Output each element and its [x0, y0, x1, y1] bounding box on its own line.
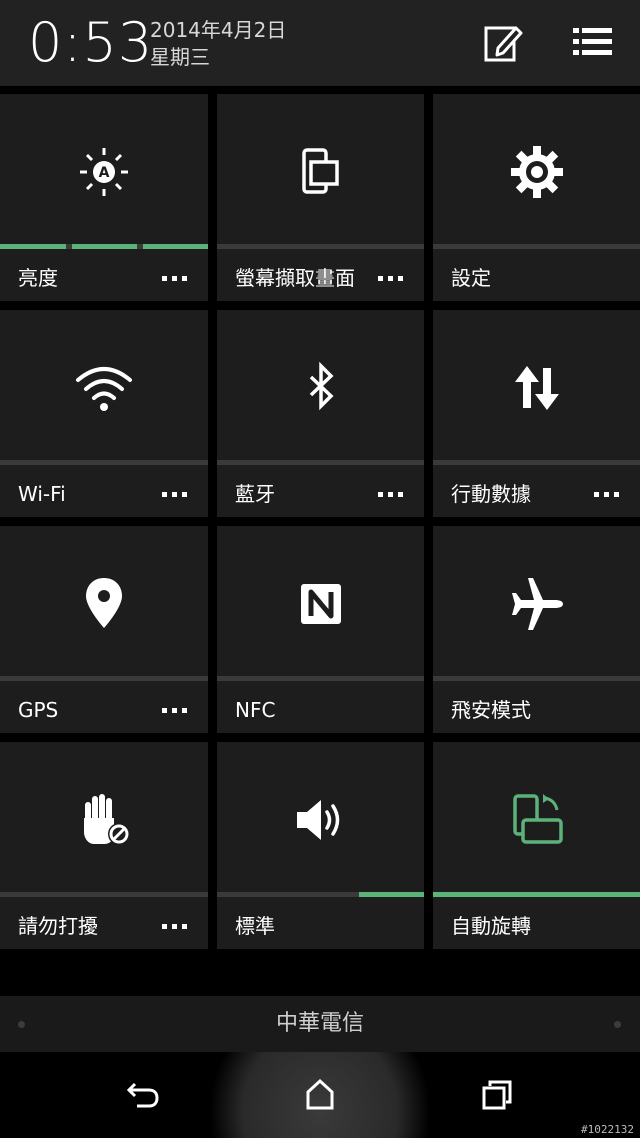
progress-bar — [433, 244, 640, 249]
nfc-icon — [300, 584, 341, 624]
auto-rotate-status-bar — [433, 892, 640, 897]
carrier-bar: 中華電信 — [0, 996, 640, 1052]
airplane-icon — [511, 578, 563, 630]
tile-label: 自動旋轉 — [451, 914, 531, 938]
more-options-button[interactable] — [594, 482, 624, 506]
tile-nfc[interactable]: NFC — [217, 526, 424, 733]
tile-label: 請勿打擾 — [18, 914, 98, 938]
progress-bar — [217, 676, 424, 681]
gear-icon — [510, 146, 563, 198]
volume-icon — [296, 800, 339, 840]
carrier-name: 中華電信 — [275, 1011, 364, 1036]
tile-screenshot[interactable]: 螢幕擷取畫面 — [217, 94, 424, 301]
tile-label: 標準 — [235, 914, 275, 938]
mobile-data-icon — [514, 366, 559, 410]
do-not-disturb-hand-icon — [84, 794, 130, 845]
progress-bar — [0, 676, 208, 681]
tile-label: GPS — [18, 698, 59, 722]
brightness-auto-icon: A — [80, 148, 128, 196]
home-button[interactable] — [300, 1074, 340, 1114]
progress-bar — [217, 460, 424, 465]
auto-rotate-icon — [512, 794, 563, 844]
edit-icon — [484, 26, 523, 62]
tile-label: 行動數據 — [451, 482, 531, 506]
tile-label: 亮度 — [18, 266, 58, 290]
indicator-dot — [614, 1021, 621, 1028]
tile-auto-rotate[interactable]: 自動旋轉 — [433, 742, 640, 949]
more-options-button[interactable] — [378, 482, 408, 506]
progress-bar — [433, 460, 640, 465]
more-options-button[interactable] — [162, 914, 192, 938]
bluetooth-icon — [309, 361, 334, 411]
svg-text:A: A — [99, 165, 110, 181]
progress-bar — [0, 460, 208, 465]
quick-settings-grid: A 亮度 螢幕擷取畫面 設定 Wi-Fi 藍牙 行動數據 GPS NFC 飛安模… — [0, 86, 640, 956]
tile-bluetooth[interactable]: 藍牙 — [217, 310, 424, 517]
recent-apps-icon — [482, 1080, 512, 1110]
location-pin-icon — [86, 578, 122, 628]
tile-label: Wi-Fi — [18, 482, 66, 506]
date-label: 2014年4月2日 — [150, 18, 287, 42]
progress-bar — [0, 892, 208, 897]
tile-settings[interactable]: 設定 — [433, 94, 640, 301]
tile-label: NFC — [235, 698, 276, 722]
tile-airplane-mode[interactable]: 飛安模式 — [433, 526, 640, 733]
more-options-button[interactable] — [378, 266, 408, 290]
screenshot-icon — [301, 148, 339, 194]
tile-do-not-disturb[interactable]: 請勿打擾 — [0, 742, 208, 949]
back-icon — [126, 1082, 159, 1108]
tile-label: 藍牙 — [235, 482, 275, 506]
clock-time: 0:53 — [28, 11, 154, 74]
more-options-button[interactable] — [162, 266, 192, 290]
list-menu-icon — [573, 28, 612, 55]
more-options-button[interactable] — [162, 698, 192, 722]
progress-bar — [433, 676, 640, 681]
tile-label: 螢幕擷取畫面 — [235, 266, 355, 290]
watermark: #1022132 — [581, 1123, 634, 1136]
status-header: 0:53 2014年4月2日 星期三 — [0, 0, 640, 87]
navigation-bar: #1022132 — [0, 1052, 640, 1138]
volume-level-bar — [217, 892, 424, 897]
menu-button[interactable] — [570, 20, 614, 64]
tile-label: 飛安模式 — [451, 698, 531, 722]
home-icon — [306, 1078, 334, 1110]
tile-wifi[interactable]: Wi-Fi — [0, 310, 208, 517]
recent-apps-button[interactable] — [478, 1074, 518, 1114]
tile-gps[interactable]: GPS — [0, 526, 208, 733]
tile-mobile-data[interactable]: 行動數據 — [433, 310, 640, 517]
tile-label: 設定 — [451, 266, 491, 290]
tile-sound-profile[interactable]: 標準 — [217, 742, 424, 949]
tile-brightness[interactable]: A 亮度 — [0, 94, 208, 301]
progress-bar — [217, 244, 424, 249]
wifi-icon — [76, 367, 132, 411]
back-button[interactable] — [123, 1074, 163, 1114]
brightness-level-bar — [0, 244, 208, 249]
edit-button[interactable] — [480, 20, 524, 64]
weekday-label: 星期三 — [150, 45, 210, 69]
more-options-button[interactable] — [162, 482, 192, 506]
